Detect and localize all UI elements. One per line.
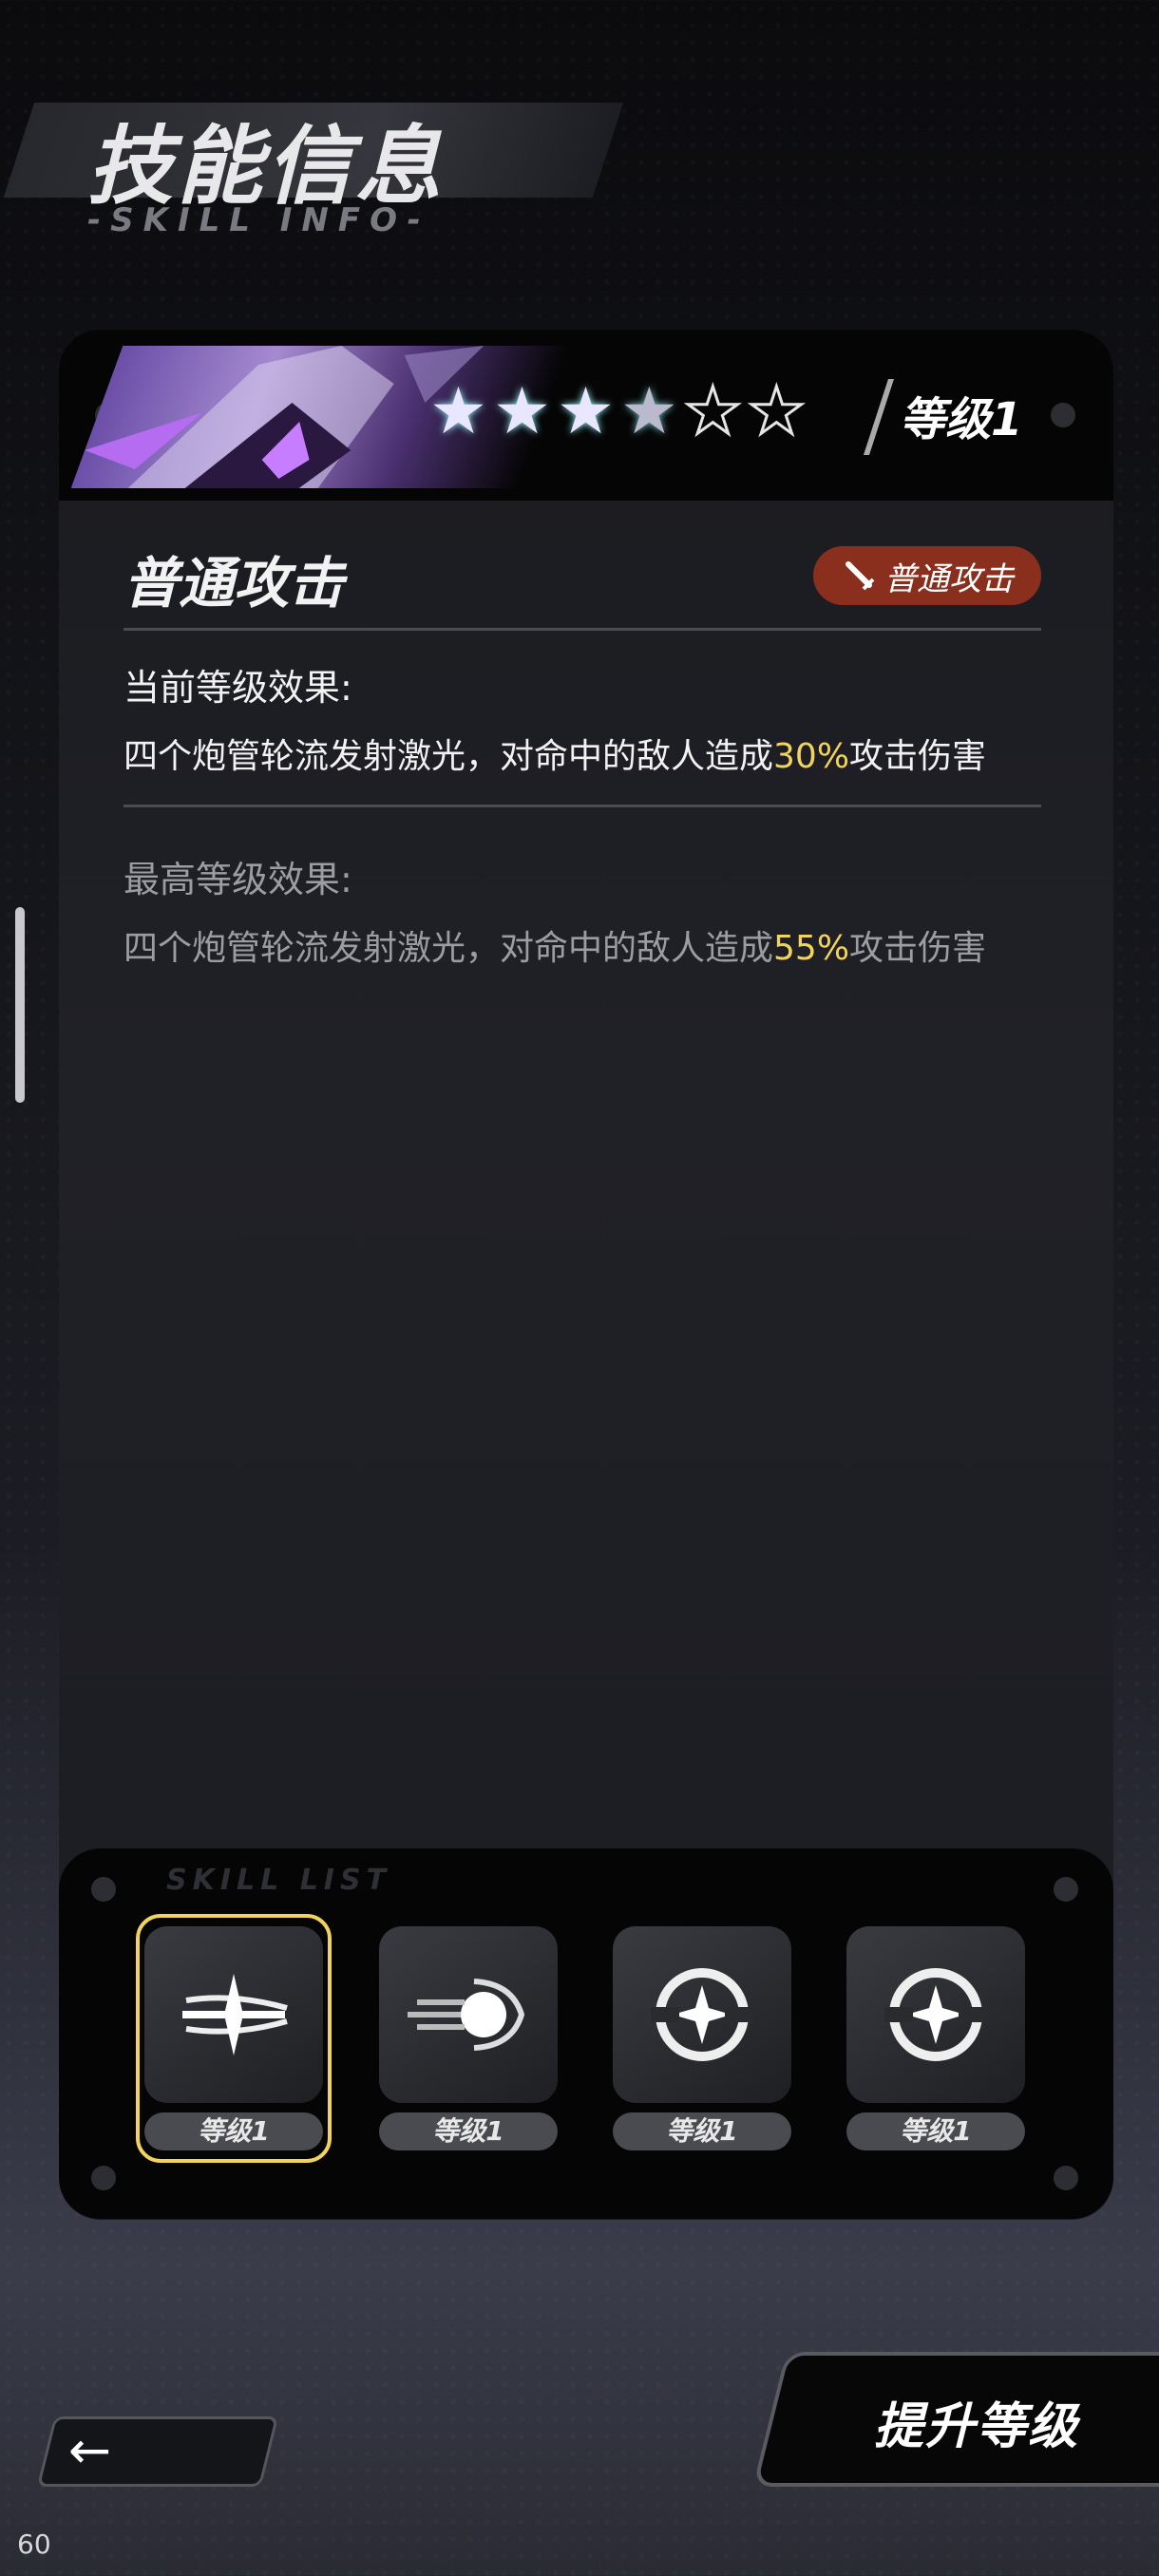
star-empty-icon: ★: [746, 374, 807, 449]
star-rating: ★ ★ ★ ★ ★ ★: [429, 374, 807, 449]
skill-type-badge: 普通攻击: [813, 546, 1041, 605]
max-desc-text: 四个炮管轮流发射激光，对命中的敌人造成: [124, 929, 774, 968]
divider: [124, 805, 1041, 807]
skill-slot-1[interactable]: 等级1: [144, 1926, 323, 2150]
ring-star-icon: [651, 1968, 753, 2061]
max-value: 55%: [773, 929, 850, 968]
skill-type-label: 普通攻击: [884, 559, 1014, 598]
decor-dot: [1054, 1877, 1078, 1902]
back-arrow-icon: ←: [68, 2420, 112, 2480]
current-desc-text: 四个炮管轮流发射激光，对命中的敌人造成: [124, 737, 774, 776]
current-desc-suffix: 攻击伤害: [849, 737, 987, 776]
skill-slot-level: 等级1: [613, 2112, 791, 2150]
decor-dot: [91, 1877, 116, 1902]
energy-orb-icon: [408, 1979, 525, 2051]
decor-dot: [91, 2166, 116, 2190]
divider: [124, 628, 1041, 631]
star-empty-icon: ★: [682, 374, 743, 449]
sword-icon: [846, 561, 875, 591]
skill-slot-level: 等级1: [144, 2112, 323, 2150]
max-effect-label: 最高等级效果:: [124, 859, 352, 900]
decor-dot: [1051, 403, 1075, 427]
fps-counter: 60: [17, 2529, 51, 2560]
skill-name: 普通攻击: [124, 551, 345, 616]
max-desc-suffix: 攻击伤害: [849, 929, 987, 968]
skill-icon-box: [379, 1926, 558, 2103]
decor-dot: [1054, 2166, 1078, 2190]
skill-slot-4[interactable]: 等级1: [846, 1926, 1025, 2150]
triple-blade-icon: [182, 1974, 288, 2055]
star-full-icon: ★: [429, 374, 487, 449]
skill-header-bar: ★ ★ ★ ★ ★ ★ 等级1: [59, 330, 1113, 501]
upgrade-button-label: 提升等级: [874, 2398, 1080, 2455]
skill-slot-level: 等级1: [846, 2112, 1025, 2150]
scroll-indicator[interactable]: [15, 907, 25, 1103]
skill-icon-box: [846, 1926, 1025, 2103]
star-full-icon: ★: [556, 374, 615, 449]
page-subtitle: -SKILL INFO-: [87, 201, 430, 239]
level-divider: [864, 379, 894, 455]
skill-slot-3[interactable]: 等级1: [613, 1926, 791, 2150]
page-header: 技能信息 -SKILL INFO-: [0, 85, 665, 275]
star-half-icon: ★: [619, 374, 678, 449]
skill-level: 等级1: [900, 393, 1023, 446]
current-effect-label: 当前等级效果:: [124, 667, 352, 709]
skill-icon-box: [144, 1926, 323, 2103]
star-full-icon: ★: [492, 374, 551, 449]
skill-icon-box: [613, 1926, 791, 2103]
skill-slot-level: 等级1: [379, 2112, 558, 2150]
current-effect-desc: 四个炮管轮流发射激光，对命中的敌人造成30%攻击伤害: [124, 729, 986, 778]
ring-star-icon: [884, 1968, 987, 2061]
current-value: 30%: [773, 737, 850, 776]
skill-slot-2[interactable]: 等级1: [379, 1926, 558, 2150]
max-effect-desc: 四个炮管轮流发射激光，对命中的敌人造成55%攻击伤害: [124, 920, 986, 970]
skill-list-tag: SKILL LIST: [166, 1864, 392, 1897]
